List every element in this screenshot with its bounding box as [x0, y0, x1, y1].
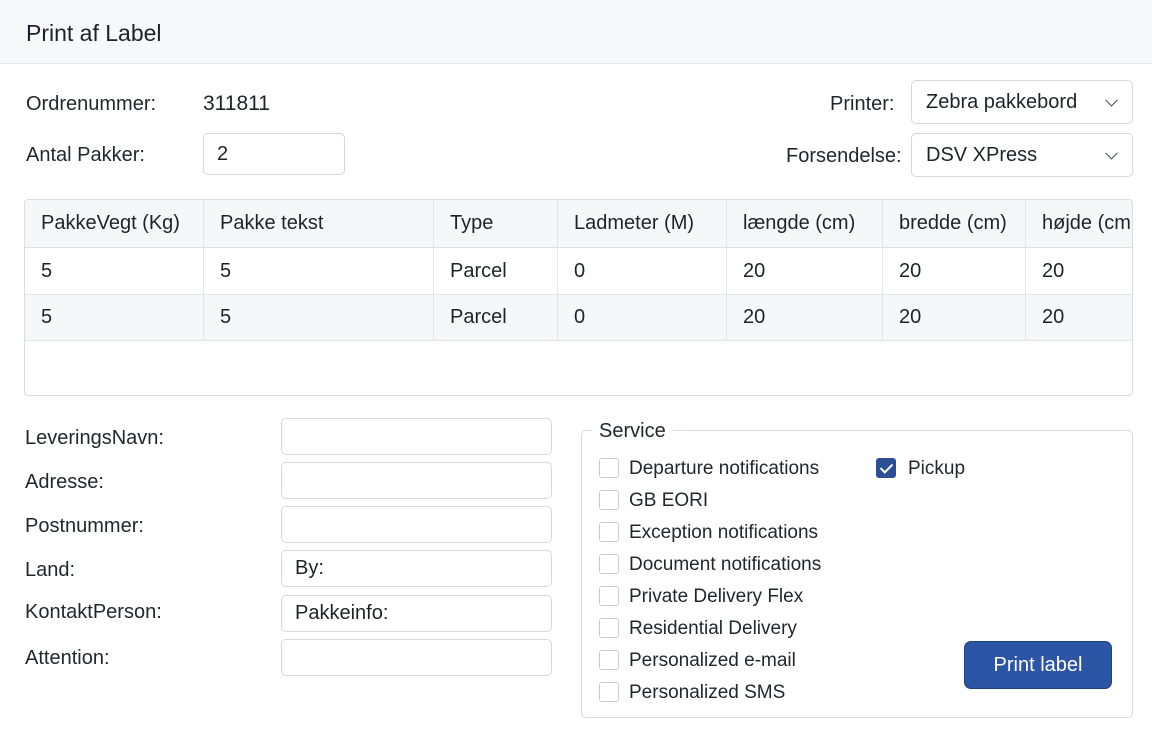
table-cell[interactable]: 0 — [558, 248, 727, 294]
departure-notifications-checkbox[interactable] — [599, 458, 619, 478]
document-notifications-checkbox[interactable] — [599, 554, 619, 574]
private-delivery-flex-label[interactable]: Private Delivery Flex — [629, 586, 803, 608]
column-header[interactable]: Type — [434, 200, 558, 247]
adresse-input[interactable] — [281, 462, 552, 499]
forsendelse-selected-value: DSV XPress — [926, 143, 1038, 166]
land-label: Land: — [25, 559, 76, 581]
window-title: Print af Label — [26, 20, 162, 46]
printer-select[interactable]: Zebra pakkebord — [911, 80, 1133, 124]
personalized-email-label[interactable]: Personalized e-mail — [629, 650, 796, 672]
printer-label: Printer: — [830, 93, 895, 115]
table-cell[interactable]: 5 — [25, 248, 204, 294]
chevron-down-icon — [1105, 146, 1118, 160]
table-cell[interactable]: 0 — [558, 295, 727, 340]
residential-delivery-checkbox[interactable] — [599, 618, 619, 638]
table-row[interactable]: 5 5 Parcel 0 20 20 20 — [25, 248, 1132, 295]
land-value: By: — [295, 557, 324, 579]
table-cell[interactable]: Parcel — [434, 248, 558, 294]
column-header[interactable]: højde (cm — [1026, 200, 1132, 247]
column-header[interactable]: bredde (cm) — [883, 200, 1026, 247]
column-header[interactable]: PakkeVegt (Kg) — [25, 200, 204, 247]
adresse-label: Adresse: — [25, 471, 104, 493]
column-header[interactable]: Pakke tekst — [204, 200, 434, 247]
kontaktperson-value: Pakkeinfo: — [295, 602, 389, 624]
gb-eori-label[interactable]: GB EORI — [629, 490, 708, 512]
package-table[interactable]: PakkeVegt (Kg) Pakke tekst Type Ladmeter… — [24, 199, 1133, 396]
exception-notifications-label[interactable]: Exception notifications — [629, 522, 818, 544]
table-cell[interactable]: 20 — [1026, 295, 1132, 340]
title-bar: Print af Label — [0, 0, 1152, 64]
table-row[interactable]: 5 5 Parcel 0 20 20 20 — [25, 295, 1132, 341]
attention-label: Attention: — [25, 647, 110, 669]
column-header[interactable]: længde (cm) — [727, 200, 883, 247]
kontaktperson-input[interactable]: Pakkeinfo: — [281, 595, 552, 632]
document-notifications-label[interactable]: Document notifications — [629, 554, 821, 576]
leveringsnavn-label: LeveringsNavn: — [25, 427, 164, 449]
table-cell[interactable]: 20 — [727, 248, 883, 294]
table-cell[interactable]: 5 — [25, 295, 204, 340]
ordrenummer-label: Ordrenummer: — [26, 93, 157, 115]
gb-eori-checkbox[interactable] — [599, 490, 619, 510]
table-cell[interactable]: 20 — [727, 295, 883, 340]
table-cell[interactable]: Parcel — [434, 295, 558, 340]
forsendelse-label: Forsendelse: — [786, 145, 902, 167]
ordrenummer-value: 311811 — [203, 92, 270, 115]
antal-pakker-input[interactable]: 2 — [203, 133, 345, 175]
postnummer-label: Postnummer: — [25, 515, 144, 537]
table-cell[interactable]: 20 — [1026, 248, 1132, 294]
table-header-row: PakkeVegt (Kg) Pakke tekst Type Ladmeter… — [25, 200, 1132, 248]
personalized-email-checkbox[interactable] — [599, 650, 619, 670]
forsendelse-select[interactable]: DSV XPress — [911, 133, 1133, 177]
service-title: Service — [592, 420, 673, 443]
pickup-checkbox[interactable] — [876, 458, 896, 478]
leveringsnavn-input[interactable] — [281, 418, 552, 455]
personalized-sms-label[interactable]: Personalized SMS — [629, 682, 785, 704]
attention-input[interactable] — [281, 639, 552, 676]
printer-selected-value: Zebra pakkebord — [926, 90, 1078, 113]
postnummer-input[interactable] — [281, 506, 552, 543]
print-label-button[interactable]: Print label — [964, 641, 1112, 689]
table-cell[interactable]: 20 — [883, 295, 1026, 340]
table-cell[interactable]: 5 — [204, 295, 434, 340]
departure-notifications-label[interactable]: Departure notifications — [629, 458, 819, 480]
pickup-label[interactable]: Pickup — [908, 458, 965, 480]
chevron-down-icon — [1105, 93, 1118, 107]
antal-pakker-label: Antal Pakker: — [26, 144, 145, 166]
table-cell[interactable]: 5 — [204, 248, 434, 294]
private-delivery-flex-checkbox[interactable] — [599, 586, 619, 606]
exception-notifications-checkbox[interactable] — [599, 522, 619, 542]
land-input[interactable]: By: — [281, 550, 552, 587]
column-header[interactable]: Ladmeter (M) — [558, 200, 727, 247]
kontaktperson-label: KontaktPerson: — [25, 601, 162, 623]
antal-pakker-value: 2 — [217, 142, 229, 165]
residential-delivery-label[interactable]: Residential Delivery — [629, 618, 797, 640]
table-cell[interactable]: 20 — [883, 248, 1026, 294]
personalized-sms-checkbox[interactable] — [599, 682, 619, 702]
